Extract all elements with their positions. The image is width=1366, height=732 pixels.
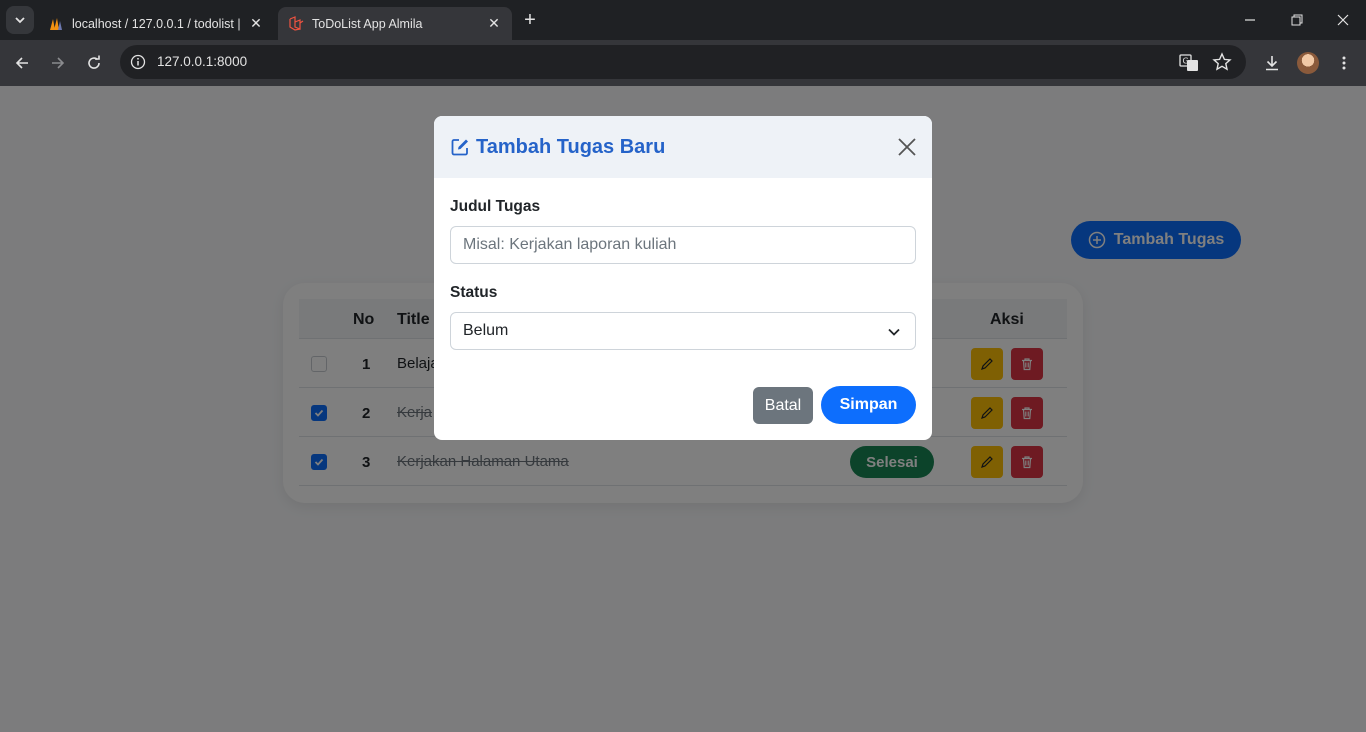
save-button[interactable]: Simpan: [821, 386, 916, 424]
site-info-icon[interactable]: [128, 52, 148, 72]
profile-avatar[interactable]: [1297, 52, 1319, 74]
forward-arrow-icon[interactable]: [46, 51, 70, 75]
url-text[interactable]: 127.0.0.1:8000: [157, 54, 247, 69]
tab-search-button[interactable]: [6, 6, 34, 34]
close-window-icon[interactable]: [1331, 8, 1355, 32]
status-select[interactable]: Belum: [450, 312, 916, 350]
phpmyadmin-favicon-icon: [50, 17, 62, 30]
bookmark-star-icon[interactable]: [1212, 52, 1232, 72]
new-tab-button[interactable]: +: [518, 10, 542, 32]
translate-icon[interactable]: G: [1178, 52, 1200, 74]
address-bar[interactable]: 127.0.0.1:8000 G: [120, 45, 1246, 79]
download-icon[interactable]: [1260, 51, 1284, 75]
chevron-down-icon: [15, 17, 25, 24]
edit-square-icon: [451, 139, 468, 156]
close-icon[interactable]: [896, 136, 918, 158]
status-selected-value: Belum: [463, 322, 509, 339]
browser-tab-todolist[interactable]: ToDoList App Almila ✕: [278, 7, 512, 40]
back-arrow-icon[interactable]: [10, 51, 34, 75]
add-task-modal: Tambah Tugas Baru Judul Tugas Status Bel…: [434, 116, 932, 440]
close-tab-icon[interactable]: ✕: [248, 15, 264, 32]
title-field-label: Judul Tugas: [450, 198, 541, 215]
modal-title: Tambah Tugas Baru: [476, 135, 666, 158]
laravel-favicon-icon: [289, 15, 304, 31]
svg-text:G: G: [1183, 57, 1189, 66]
browser-tabstrip: localhost / 127.0.0.1 / todolist | ✕ ToD…: [0, 0, 1366, 40]
chevron-down-icon: [888, 328, 900, 336]
cancel-button[interactable]: Batal: [753, 387, 813, 424]
tab-title: localhost / 127.0.0.1 / todolist |: [72, 16, 241, 31]
more-menu-icon[interactable]: [1332, 51, 1356, 75]
browser-tab-phpmyadmin[interactable]: localhost / 127.0.0.1 / todolist | ✕: [38, 7, 274, 40]
reload-icon[interactable]: [82, 51, 106, 75]
task-title-input[interactable]: [450, 226, 916, 264]
modal-header: Tambah Tugas Baru: [434, 116, 932, 178]
minimize-icon[interactable]: [1238, 8, 1262, 32]
browser-toolbar: 127.0.0.1:8000 G: [0, 40, 1366, 86]
close-tab-icon[interactable]: ✕: [486, 15, 502, 32]
restore-icon[interactable]: [1285, 8, 1309, 32]
status-field-label: Status: [450, 284, 498, 301]
tab-title: ToDoList App Almila: [312, 16, 423, 31]
